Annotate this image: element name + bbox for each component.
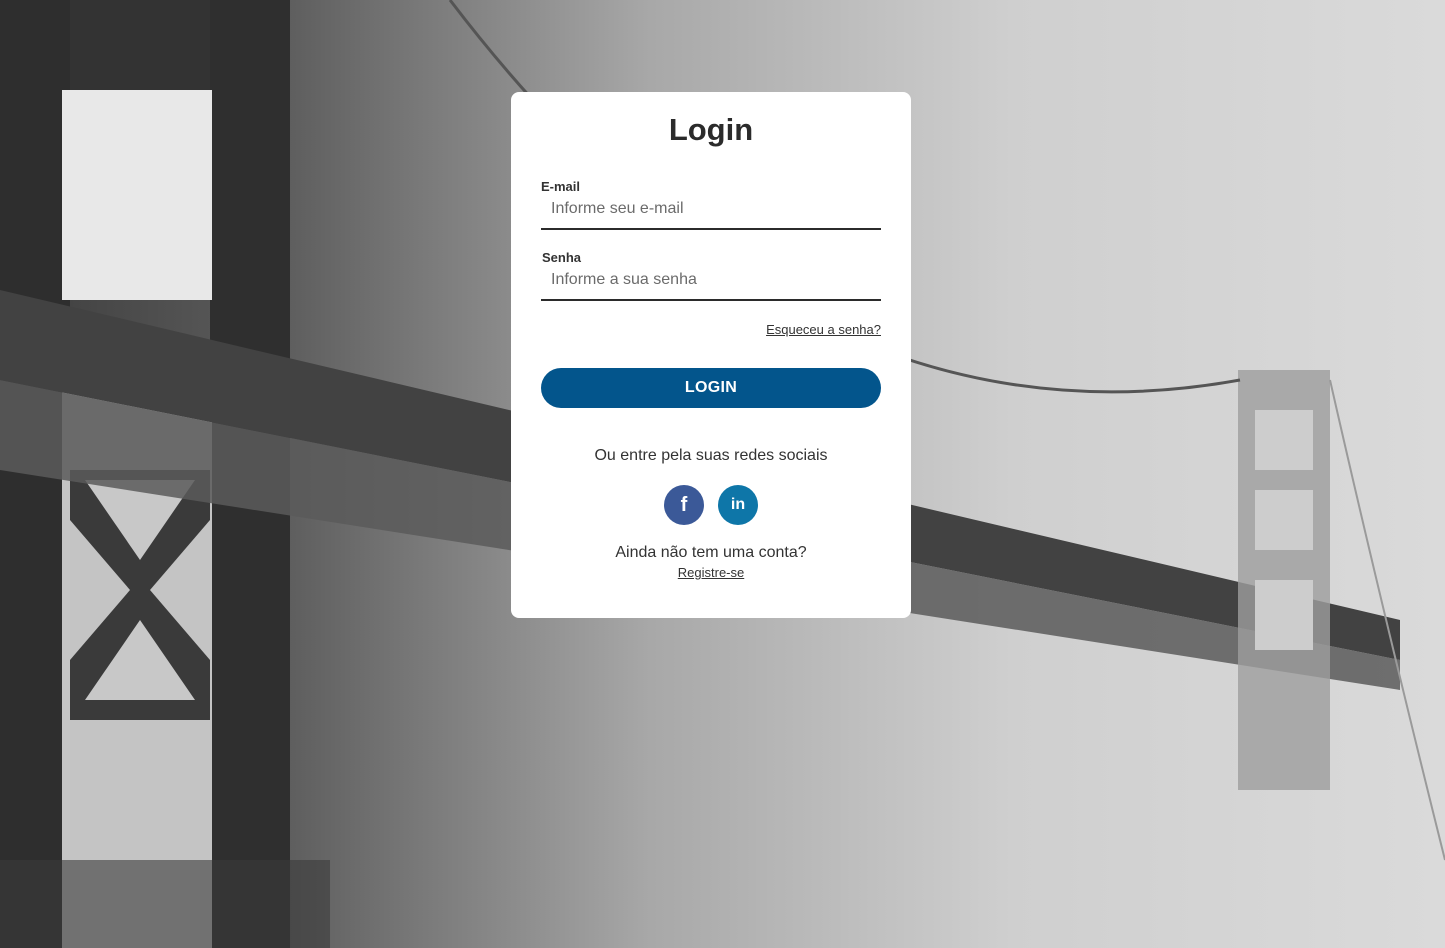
forgot-password-link[interactable]: Esqueceu a senha?	[766, 322, 881, 337]
password-field[interactable]	[541, 265, 881, 301]
page-title: Login	[668, 112, 754, 147]
login-button[interactable]: LOGIN	[541, 368, 881, 408]
social-prompt: Ou entre pela suas redes sociais	[594, 447, 828, 464]
password-label: Senha	[542, 250, 582, 265]
linkedin-icon: in	[730, 496, 746, 513]
facebook-icon: f	[680, 493, 688, 516]
no-account-text: Ainda não tem uma conta?	[615, 544, 807, 561]
register-link[interactable]: Registre-se	[678, 565, 744, 580]
password-group: Senha	[541, 250, 881, 301]
linkedin-button[interactable]: in	[718, 485, 758, 525]
email-label: E-mail	[541, 179, 581, 194]
login-card: Login E-mail Senha Esqueceu a senha? LOG…	[511, 92, 911, 618]
email-field[interactable]	[541, 194, 881, 230]
register-row: Registre-se	[541, 564, 881, 582]
login-page: Login E-mail Senha Esqueceu a senha? LOG…	[0, 0, 1445, 948]
social-buttons: f in	[541, 485, 881, 525]
forgot-row: Esqueceu a senha?	[541, 321, 881, 339]
email-group: E-mail	[541, 179, 881, 230]
facebook-button[interactable]: f	[664, 485, 704, 525]
